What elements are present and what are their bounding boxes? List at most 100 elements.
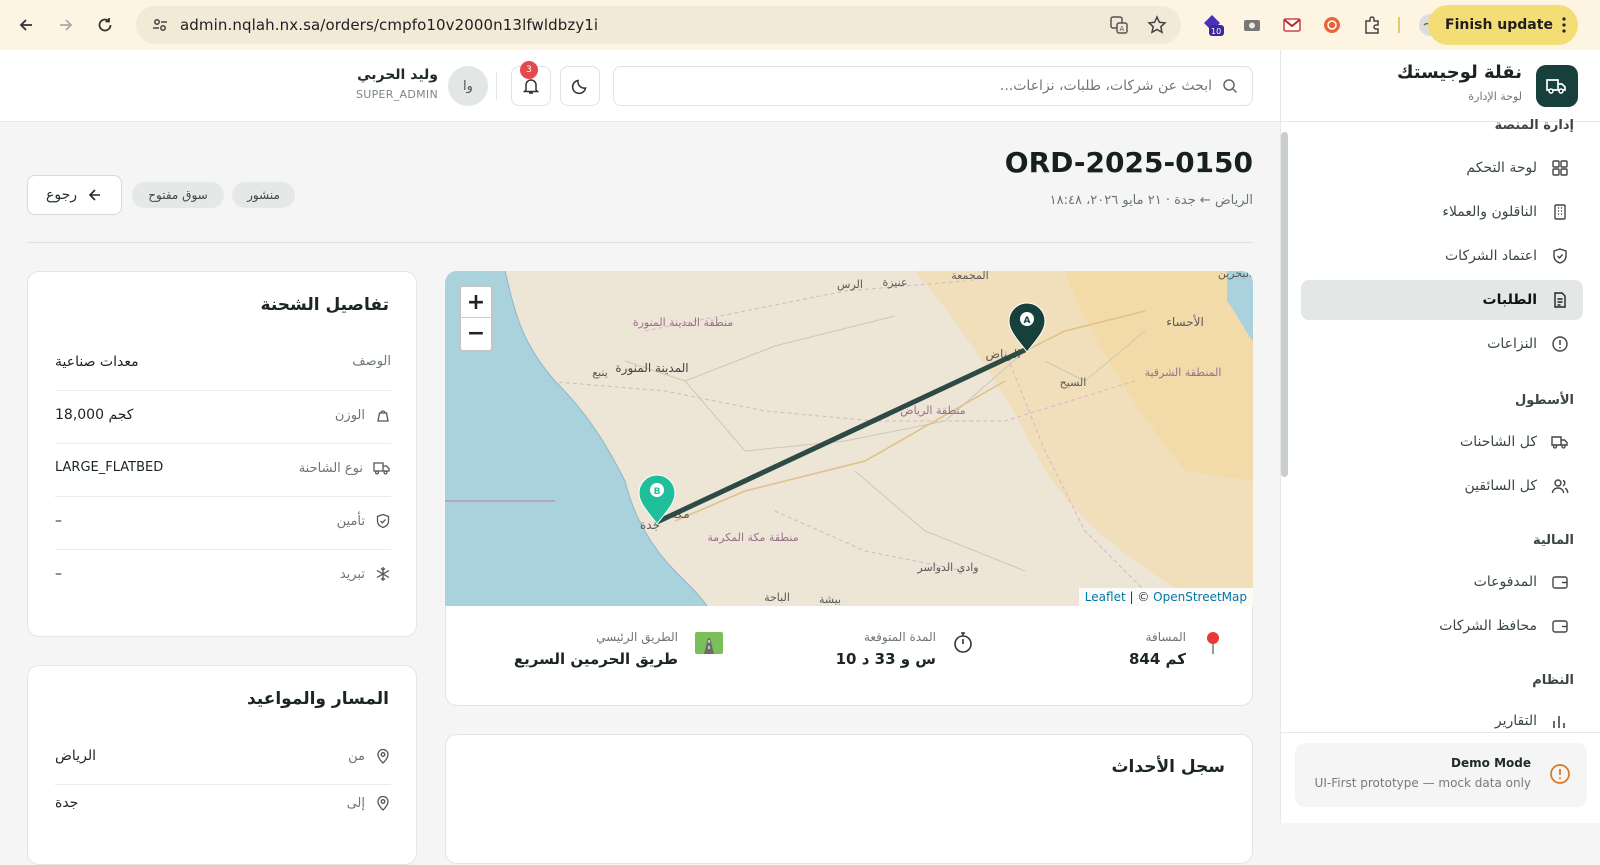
leaflet-link[interactable]: Leaflet bbox=[1085, 590, 1126, 604]
more-vert-icon bbox=[1562, 17, 1566, 33]
map-label: المجمعة bbox=[951, 271, 988, 282]
gmail-icon[interactable] bbox=[1279, 12, 1305, 38]
browser-toolbar: admin.nqlah.nx.sa/orders/cmpfo10v2000n13… bbox=[0, 0, 1600, 50]
sidebar-item-orders[interactable]: الطلبات bbox=[1301, 280, 1583, 320]
sidebar-item-carriers[interactable]: الناقلون والعملاء bbox=[1301, 192, 1583, 232]
sidebar-item-drivers[interactable]: كل السائقين bbox=[1301, 466, 1583, 506]
detail-value: 18,000 كجم bbox=[55, 407, 134, 423]
notifications-button[interactable]: 3 bbox=[511, 61, 551, 106]
sidebar-item-label: محافظ الشركات bbox=[1439, 618, 1537, 634]
site-info-icon[interactable] bbox=[152, 17, 168, 33]
stat-label: المسافة bbox=[1145, 630, 1186, 644]
snowflake-icon bbox=[375, 566, 391, 582]
sidebar-item-disputes[interactable]: النزاعات bbox=[1301, 324, 1583, 364]
address-bar[interactable]: admin.nqlah.nx.sa/orders/cmpfo10v2000n13… bbox=[136, 6, 1181, 44]
sidebar-item-label: الطلبات bbox=[1482, 292, 1537, 308]
page-scrollbar[interactable] bbox=[1281, 132, 1288, 477]
truck-icon bbox=[373, 460, 391, 476]
card-title: سجل الأحداث bbox=[1111, 757, 1225, 777]
finish-update-label: Finish update bbox=[1445, 17, 1553, 33]
detail-row: تأمين – bbox=[55, 497, 391, 550]
map-label: بيشة bbox=[819, 593, 841, 606]
map-label: الأحساء bbox=[1166, 314, 1204, 329]
stopwatch-icon bbox=[952, 630, 974, 654]
bookmark-star-icon[interactable] bbox=[1147, 15, 1167, 35]
forward-arrow-icon[interactable] bbox=[46, 5, 86, 45]
motorway-icon bbox=[694, 630, 724, 656]
detail-label: تبريد bbox=[339, 566, 365, 582]
detail-row: نوع الشاحنة LARGE_FLATBED bbox=[55, 444, 391, 497]
map-label: المدينة المنورة bbox=[615, 361, 688, 376]
weight-icon bbox=[375, 407, 391, 423]
sidebar-divider bbox=[1281, 732, 1600, 733]
arrow-right-icon bbox=[87, 187, 103, 203]
zoom-in-button[interactable]: + bbox=[461, 287, 491, 318]
detail-row: الوصف معدات صناعية bbox=[55, 338, 391, 391]
detail-label: الوصف bbox=[352, 354, 391, 369]
osm-link[interactable]: OpenStreetMap bbox=[1153, 590, 1247, 604]
search-icon bbox=[1222, 78, 1238, 94]
zoom-out-button[interactable]: − bbox=[461, 318, 491, 349]
route-map[interactable]: الرياض جدة مكة المدينة المنورة منطقة الم… bbox=[445, 271, 1253, 606]
search-input[interactable]: ابحث عن شركات، طلبات، نزاعات... bbox=[613, 66, 1253, 106]
map-label: المنطقة الشرقية bbox=[1145, 366, 1222, 379]
document-icon bbox=[1551, 291, 1569, 309]
back-arrow-icon[interactable] bbox=[6, 5, 46, 45]
back-button[interactable]: رجوع bbox=[27, 175, 122, 215]
sidebar-item-payments[interactable]: المدفوعات bbox=[1301, 562, 1583, 602]
theme-toggle-button[interactable] bbox=[560, 66, 600, 106]
detail-label: إلى bbox=[346, 795, 365, 811]
user-name: وليد الحربي bbox=[357, 67, 438, 83]
marker-b-label: B bbox=[654, 487, 661, 497]
translate-icon[interactable]: A bbox=[1109, 15, 1129, 35]
user-role: SUPER_ADMIN bbox=[355, 88, 438, 101]
finish-update-button[interactable]: Finish update bbox=[1428, 5, 1578, 45]
card-title: تفاصيل الشحنة bbox=[260, 295, 389, 315]
detail-row: إلى جدة bbox=[55, 785, 391, 838]
section-fleet: الأسطول bbox=[1514, 393, 1574, 408]
map-attribution: Leaflet | © OpenStreetMap bbox=[1078, 588, 1253, 606]
map-label: السيح bbox=[1060, 376, 1087, 389]
sidebar-item-wallets[interactable]: محافظ الشركات bbox=[1301, 606, 1583, 646]
back-label: رجوع bbox=[45, 187, 77, 203]
map-tiles: الرياض جدة مكة المدينة المنورة منطقة الم… bbox=[445, 271, 1253, 606]
sidebar-item-dashboard[interactable]: لوحة التحكم bbox=[1301, 148, 1583, 188]
pin-icon bbox=[1202, 630, 1224, 656]
detail-value: الرياض bbox=[55, 748, 96, 764]
sidebar-item-reports[interactable]: التقارير bbox=[1301, 701, 1583, 741]
bar-chart-icon bbox=[1551, 712, 1569, 730]
sidebar-item-company-approval[interactable]: اعتماد الشركات bbox=[1301, 236, 1583, 276]
extensions-puzzle-icon[interactable] bbox=[1359, 12, 1385, 38]
sidebar-item-trucks[interactable]: كل الشاحنات bbox=[1301, 422, 1583, 462]
header-divider bbox=[27, 242, 1253, 243]
duration-stat: المدة المتوقعة 10 س و 33 د bbox=[836, 630, 974, 668]
detail-label: نوع الشاحنة bbox=[298, 460, 363, 476]
reload-icon[interactable] bbox=[85, 5, 125, 45]
url-text[interactable]: admin.nqlah.nx.sa/orders/cmpfo10v2000n13… bbox=[180, 16, 598, 34]
detail-label: تأمين bbox=[336, 513, 365, 529]
attribution-separator: | © bbox=[1125, 590, 1154, 604]
camera-icon[interactable] bbox=[1239, 12, 1265, 38]
map-label: ينبع bbox=[592, 366, 608, 379]
stat-value: طريق الحرمين السريع bbox=[513, 650, 678, 668]
brand-subtitle: لوحة الإدارة bbox=[1468, 90, 1522, 103]
detail-value: LARGE_FLATBED bbox=[55, 460, 164, 475]
alert-circle-icon bbox=[1551, 335, 1569, 353]
detail-label: الوزن bbox=[334, 407, 365, 423]
shipment-details-card: تفاصيل الشحنة الوصف معدات صناعية الوزن 1… bbox=[27, 271, 417, 637]
sidebar-item-label: الناقلون والعملاء bbox=[1442, 204, 1537, 220]
app-header: وا وليد الحربي SUPER_ADMIN 3 ابحث عن شرك… bbox=[0, 50, 1280, 122]
order-meta: الرياض ← جدة · ٢١ مايو ٢٠٢٦، ١٨:٤٨ bbox=[1049, 193, 1253, 208]
shield-check-icon bbox=[375, 513, 391, 529]
avatar[interactable]: وا bbox=[448, 66, 488, 106]
wallet-icon bbox=[1551, 617, 1569, 635]
route-schedule-card: المسار والمواعيد من الرياض إلى جدة bbox=[27, 665, 417, 865]
search-placeholder: ابحث عن شركات، طلبات، نزاعات... bbox=[999, 78, 1212, 94]
users-icon bbox=[1551, 477, 1569, 495]
stat-label: الطريق الرئيسي bbox=[596, 630, 678, 644]
extension-shield-icon[interactable]: 10 bbox=[1199, 12, 1225, 38]
orange-extension-icon[interactable] bbox=[1319, 12, 1345, 38]
brand: نقلة لوجيستك لوحة الإدارة bbox=[1280, 50, 1600, 122]
truck-logo-icon bbox=[1536, 65, 1578, 107]
toolbar-divider bbox=[1398, 17, 1400, 33]
